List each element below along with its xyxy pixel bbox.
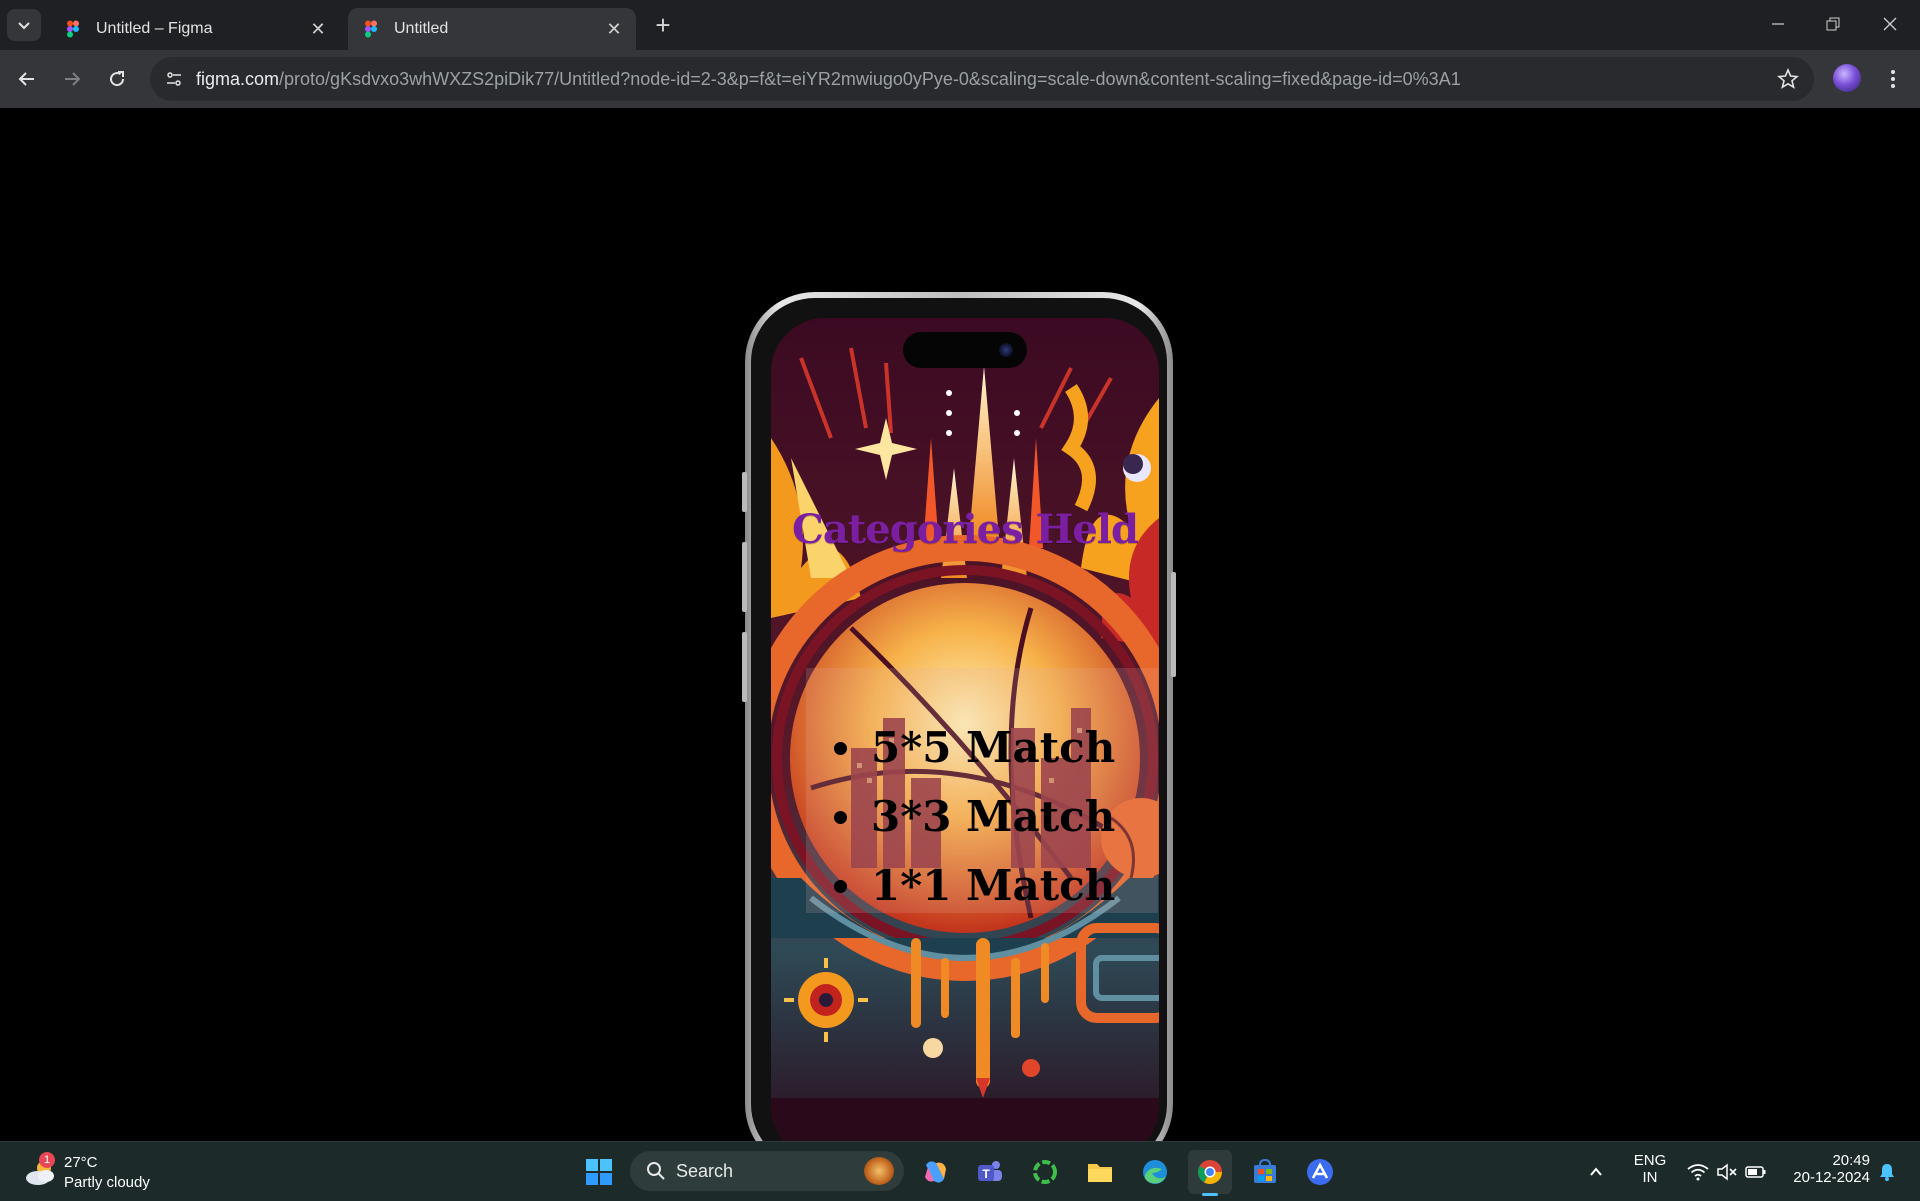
phone-volume-up [742, 542, 747, 612]
prototype-viewport: Categories Held 5*5 Match 3*3 Match 1*1 … [0, 108, 1920, 1174]
start-button[interactable] [577, 1150, 621, 1194]
tab-strip: Untitled – Figma ✕ Untitled ✕ + [0, 0, 1920, 50]
taskbar-store[interactable] [1243, 1150, 1287, 1194]
back-button[interactable] [11, 63, 43, 95]
search-highlight-icon [864, 1157, 894, 1185]
close-tab-icon[interactable]: ✕ [304, 15, 332, 43]
url-text: figma.com/proto/gKsdvxo3whWXZS2piDik77/U… [196, 69, 1461, 90]
taskbar-app-ring[interactable] [1023, 1150, 1067, 1194]
refresh-ring-icon [1033, 1160, 1057, 1184]
list-item: 3*3 Match [867, 782, 1115, 851]
tab-prototype[interactable]: Untitled ✕ [348, 8, 636, 50]
phone-frame: Categories Held 5*5 Match 3*3 Match 1*1 … [742, 292, 1176, 1174]
restore-button[interactable] [1813, 8, 1853, 40]
taskbar-file-explorer[interactable] [1078, 1150, 1122, 1194]
taskbar-edge[interactable] [1133, 1150, 1177, 1194]
page-title: Categories Held [792, 506, 1139, 553]
active-indicator [1202, 1193, 1218, 1196]
chevron-up-icon [1590, 1167, 1602, 1176]
list-item: 1*1 Match [867, 851, 1115, 920]
minimize-icon [1772, 23, 1784, 25]
show-hidden-icons[interactable] [1580, 1150, 1612, 1194]
weather-desc: Partly cloudy [64, 1174, 150, 1191]
new-tab-button[interactable]: + [649, 10, 677, 40]
notification-badge: 1 [39, 1152, 55, 1168]
search-label: Search [676, 1161, 734, 1181]
language-line2: IN [1642, 1169, 1658, 1186]
phone-power-button [1171, 572, 1176, 677]
figma-icon [365, 20, 377, 38]
minimize-button[interactable] [1758, 8, 1798, 40]
search-icon [647, 1162, 665, 1180]
language-line1: ENG [1633, 1152, 1667, 1169]
chevron-down-icon [18, 22, 30, 30]
address-bar[interactable]: figma.com/proto/gKsdvxo3whWXZS2piDik77/U… [150, 57, 1814, 101]
wifi-icon[interactable] [1687, 1163, 1709, 1181]
svg-text:T: T [982, 1167, 990, 1181]
restore-icon [1826, 17, 1840, 31]
taskbar-search[interactable]: Search [630, 1151, 904, 1191]
windows-taskbar: 1 27°C Partly cloudy Search T ENG IN 20:… [0, 1141, 1920, 1201]
copilot-icon [925, 1161, 946, 1183]
phone-volume-down [742, 632, 747, 702]
reload-icon [110, 71, 125, 87]
weather-widget[interactable]: 1 27°C Partly cloudy [22, 1150, 172, 1194]
figma-icon [67, 20, 79, 38]
browser-menu-button[interactable] [1880, 63, 1906, 95]
taskbar-teams[interactable]: T [968, 1150, 1012, 1194]
forward-button[interactable] [56, 63, 88, 95]
tab-title: Untitled [394, 20, 449, 37]
url-host: figma.com [196, 69, 280, 89]
browser-toolbar: figma.com/proto/gKsdvxo3whWXZS2piDik77/U… [0, 50, 1920, 108]
tab-title: Untitled – Figma [96, 20, 213, 37]
bookmark-star-icon[interactable] [1776, 67, 1800, 91]
taskbar-copilot[interactable] [913, 1150, 957, 1194]
close-window-button[interactable] [1870, 8, 1910, 40]
reload-button[interactable] [101, 63, 133, 95]
notification-bell-icon[interactable] [1878, 1162, 1896, 1182]
site-info-icon[interactable] [160, 65, 188, 93]
close-tab-icon[interactable]: ✕ [600, 15, 628, 43]
folder-icon [1088, 1164, 1112, 1182]
close-icon [1883, 17, 1897, 31]
windows-start-icon [586, 1159, 612, 1185]
app-logo-icon [1307, 1159, 1333, 1185]
taskbar-chrome[interactable] [1188, 1150, 1232, 1196]
tab-figma-editor[interactable]: Untitled – Figma ✕ [50, 8, 340, 50]
arrow-right-icon [65, 72, 81, 86]
teams-icon: T [978, 1161, 1002, 1181]
chrome-icon [1197, 1160, 1222, 1185]
volume-muted-icon[interactable] [1716, 1163, 1738, 1181]
more-vert-icon [1891, 70, 1895, 88]
phone-action-button [742, 472, 747, 512]
url-path: /proto/gKsdvxo3whWXZS2piDik77/Untitled?n… [279, 69, 1461, 89]
battery-icon[interactable] [1745, 1163, 1767, 1181]
camera-icon [999, 343, 1013, 357]
clock-time: 20:49 [1832, 1152, 1870, 1169]
tab-search-button[interactable] [7, 9, 41, 41]
list-item: 5*5 Match [867, 713, 1115, 782]
store-icon [1254, 1158, 1276, 1183]
profile-avatar[interactable] [1833, 64, 1861, 92]
weather-temp: 27°C [64, 1154, 98, 1171]
clock[interactable]: 20:49 20-12-2024 [1780, 1152, 1870, 1186]
dynamic-island [903, 332, 1027, 368]
taskbar-app-triangle[interactable] [1298, 1150, 1342, 1194]
match-categories-list: 5*5 Match 3*3 Match 1*1 Match [833, 713, 1115, 920]
arrow-left-icon [18, 72, 34, 86]
clock-date: 20-12-2024 [1793, 1169, 1870, 1186]
app-screen: Categories Held 5*5 Match 3*3 Match 1*1 … [771, 318, 1159, 1160]
edge-icon [1143, 1160, 1167, 1184]
language-indicator[interactable]: ENG IN [1628, 1152, 1672, 1186]
